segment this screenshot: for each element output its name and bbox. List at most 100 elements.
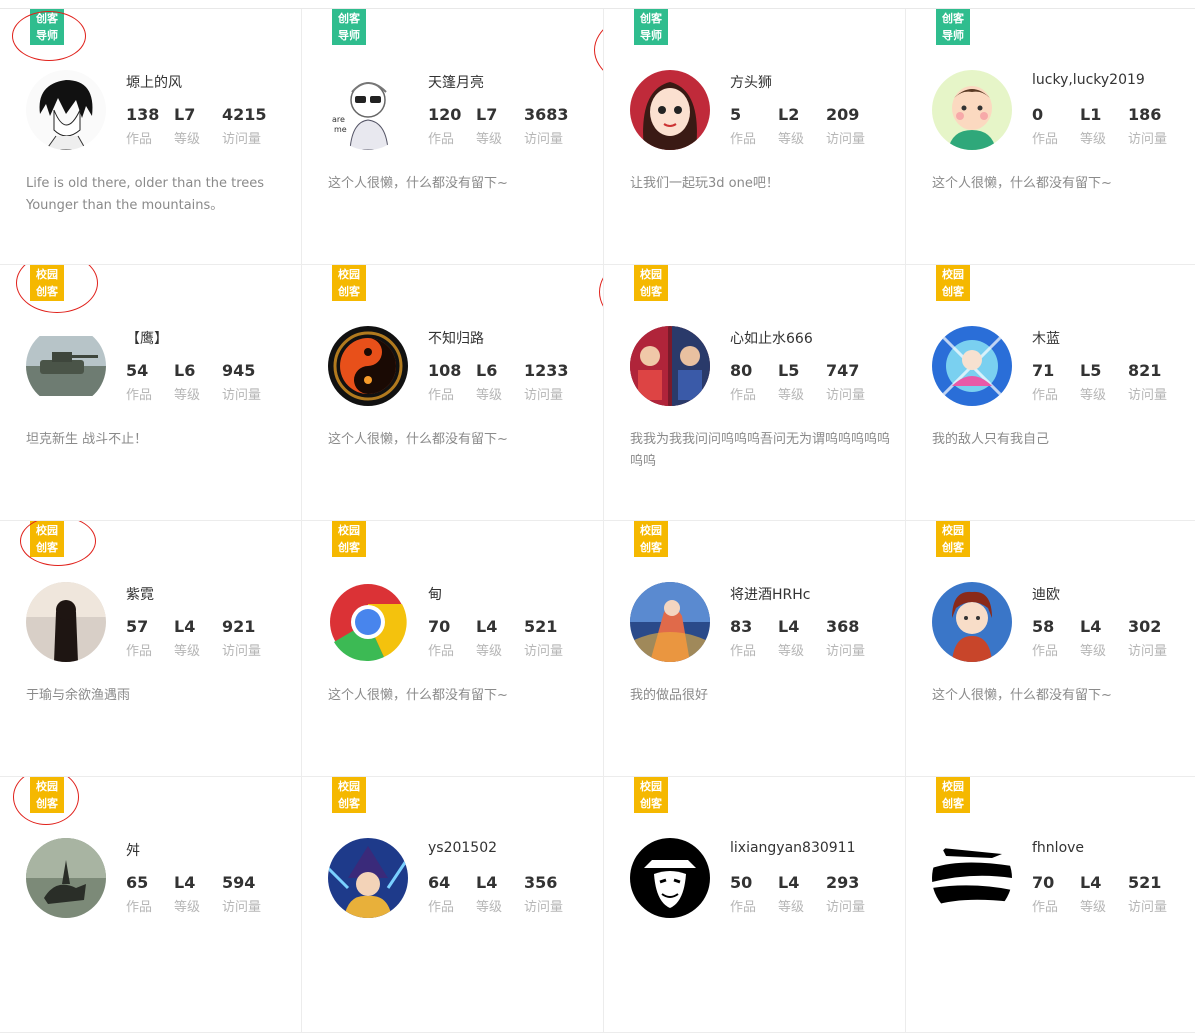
user-card[interactable]: 校园 创客甸 70 作品 L4 等级 521 访问量 这个人很懒，什么都没有留下~	[302, 521, 604, 777]
user-name[interactable]: lixiangyan830911	[730, 840, 855, 856]
stat-visits-label: 访问量	[524, 132, 564, 147]
user-name[interactable]: 心如止水666	[730, 328, 813, 348]
user-card-grid: 创客 导师 塬上的风 138 作品 L7 等级 4215 访问量 Life is old ther…	[0, 8, 1195, 1033]
user-name[interactable]: 木蓝	[1032, 328, 1060, 348]
user-card[interactable]: 创客 导师 塬上的风 138 作品 L7 等级 4215 访问量 Life is old ther…	[0, 9, 302, 265]
maker-mentor-badge: 创客 导师	[332, 9, 366, 45]
avatar-image	[328, 326, 408, 406]
user-card[interactable]: 校园 创客 【鹰】 54 作品 L6 等级 945 访问量 坦克新生 战斗不止！	[0, 265, 302, 521]
user-card[interactable]: 校园 创客 lixiangyan830911 50 作品 L4 等级 293 访问量	[604, 777, 906, 1033]
user-name[interactable]: 【鹰】	[126, 328, 168, 348]
stat-works: 5 作品	[730, 105, 756, 147]
stat-works: 71 作品	[1032, 361, 1058, 403]
avatar[interactable]	[630, 582, 710, 662]
avatar[interactable]	[26, 582, 106, 662]
stat-level-label: 等级	[778, 900, 805, 915]
stat-works-label: 作品	[730, 900, 757, 915]
avatar[interactable]	[26, 838, 106, 918]
user-name[interactable]: 方头狮	[730, 72, 772, 92]
stat-visits-value: 1233	[524, 361, 569, 380]
stat-visits-value: 3683	[524, 105, 569, 124]
stat-visits-value: 521	[524, 617, 558, 636]
user-bio: 这个人很懒，什么都没有留下~	[328, 432, 508, 447]
stat-works-label: 作品	[428, 132, 455, 147]
avatar[interactable]	[630, 70, 710, 150]
user-card[interactable]: 校园 创客 将进酒HRHc 83 作品 L4 等级 368 访问量 我的做品很好	[604, 521, 906, 777]
avatar[interactable]	[26, 326, 106, 406]
avatar[interactable]	[328, 326, 408, 406]
user-name[interactable]: 紫霓	[126, 584, 154, 604]
user-name[interactable]: 天篷月亮	[428, 72, 484, 92]
stat-level-value: L4	[476, 873, 498, 892]
user-card[interactable]: 校园 创客 ys201502 64 作品 L4 等级 356 访问量	[302, 777, 604, 1033]
stat-works-label: 作品	[428, 644, 455, 659]
user-name[interactable]: ys201502	[428, 840, 497, 856]
user-card[interactable]: 校园 创客 紫霓 57 作品 L4 等级 921 访问量 于瑜与余欲渔遇雨	[0, 521, 302, 777]
stat-visits-value: 186	[1128, 105, 1162, 124]
avatar-image	[630, 582, 710, 662]
avatar[interactable]	[932, 838, 1012, 918]
stat-visits-label: 访问量	[222, 132, 262, 147]
user-name[interactable]: 迪欧	[1032, 584, 1060, 604]
user-name[interactable]: 舛	[126, 840, 140, 860]
avatar-image	[932, 326, 1012, 406]
user-card[interactable]: 校园 创客 不知归路 108 作品 L6 等级 1233 访问量 这个人很懒，什么都没有留下~	[302, 265, 604, 521]
avatar-image	[932, 838, 1012, 918]
avatar[interactable]	[932, 326, 1012, 406]
stat-level-value: L4	[174, 873, 196, 892]
stat-visits-label: 访问量	[524, 900, 564, 915]
stat-level: L4 等级	[476, 617, 502, 659]
stat-visits: 302 访问量	[1128, 617, 1167, 659]
stat-level: L7 等级	[174, 105, 200, 147]
avatar[interactable]	[328, 582, 408, 662]
stat-visits-value: 921	[222, 617, 256, 636]
avatar[interactable]	[932, 70, 1012, 150]
user-bio: 于瑜与余欲渔遇雨	[26, 688, 131, 703]
avatar[interactable]: are me	[328, 70, 408, 150]
user-card[interactable]: 创客 导师 are me 天篷月亮 120 作品 L7 等级 3683 访问量 这个人很懒，什么都没有…	[302, 9, 604, 265]
stat-level-label: 等级	[778, 644, 805, 659]
avatar[interactable]	[328, 838, 408, 918]
avatar-image	[328, 582, 408, 662]
user-card[interactable]: 创客 导师 方头狮 5 作品 L2 等级 209 访问量 让我们一起玩3d one吧！	[604, 9, 906, 265]
stat-level-value: L4	[476, 617, 498, 636]
user-card[interactable]: 校园 创客舛 65 作品 L4 等级 594 访问量	[0, 777, 302, 1033]
badge-text: 创客	[338, 12, 360, 25]
avatar[interactable]	[630, 838, 710, 918]
user-bio: 这个人很懒，什么都没有留下~	[328, 176, 508, 191]
user-name[interactable]: fhnlove	[1032, 840, 1084, 856]
stat-level-label: 等级	[778, 132, 805, 147]
badge-text: 导师	[338, 29, 360, 42]
stat-level: L2 等级	[778, 105, 804, 147]
avatar[interactable]	[26, 70, 106, 150]
stat-visits-label: 访问量	[222, 644, 262, 659]
user-card[interactable]: 校园 创客 心如止水666 80 作品 L5 等级 747 访问量 我我为我我问问呜呜呜吾问无为谓…	[604, 265, 906, 521]
avatar[interactable]	[932, 582, 1012, 662]
stat-works-label: 作品	[126, 388, 153, 403]
user-card[interactable]: 校园 创客 木蓝 71 作品 L5 等级 821 访问量 我的敌人只有我自己	[906, 265, 1195, 521]
stat-level: L4 等级	[476, 873, 502, 915]
badge-text: 创客	[338, 541, 360, 554]
avatar-image	[26, 70, 106, 150]
campus-maker-badge: 校园 创客	[30, 521, 64, 557]
stat-works-label: 作品	[126, 644, 153, 659]
user-name[interactable]: 塬上的风	[126, 72, 182, 92]
stat-visits-value: 209	[826, 105, 860, 124]
badge-text: 校园	[36, 268, 58, 281]
stat-level-label: 等级	[174, 388, 201, 403]
badge-text: 创客	[640, 285, 662, 298]
stat-level: L5 等级	[1080, 361, 1106, 403]
stat-works-value: 71	[1032, 361, 1055, 380]
user-card[interactable]: 校园 创客 fhnlove 70 作品 L4 等级 521 访问量	[906, 777, 1195, 1033]
stat-visits-label: 访问量	[222, 900, 262, 915]
user-name[interactable]: 将进酒HRHc	[730, 584, 810, 604]
avatar[interactable]	[630, 326, 710, 406]
user-name[interactable]: 甸	[428, 584, 442, 604]
stat-level-label: 等级	[1080, 644, 1107, 659]
user-card[interactable]: 创客 导师 lucky,lucky2019 0 作品 L1 等级 186 访问量 这个人很懒，什么…	[906, 9, 1195, 265]
user-name[interactable]: lucky,lucky2019	[1032, 72, 1145, 88]
badge-text: 创客	[338, 285, 360, 298]
user-card[interactable]: 校园 创客 迪欧 58 作品 L4 等级 302 访问量 这个人很懒，什么都没有留下~	[906, 521, 1195, 777]
user-name[interactable]: 不知归路	[428, 328, 484, 348]
avatar-image	[328, 838, 408, 918]
